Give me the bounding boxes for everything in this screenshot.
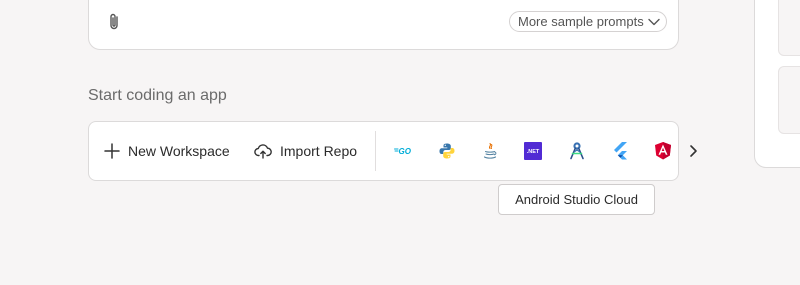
angular-icon: [655, 142, 671, 160]
start-coding-heading: Start coding an app: [88, 87, 227, 104]
side-panel-item[interactable]: [778, 66, 800, 134]
android-studio-icon: [570, 142, 584, 160]
paperclip-icon: [110, 13, 118, 30]
svg-text:GO: GO: [399, 147, 412, 156]
cloud-upload-icon: [254, 144, 272, 159]
template-go[interactable]: GO: [394, 141, 414, 161]
plus-icon: [104, 143, 120, 159]
go-icon: GO: [394, 147, 412, 156]
more-sample-prompts-label: More sample prompts: [518, 14, 644, 29]
templates-next-button[interactable]: [683, 141, 703, 161]
app-stage: More sample prompts Start coding an app …: [0, 0, 800, 285]
flutter-icon: [614, 142, 627, 160]
import-repo-label: Import Repo: [280, 143, 358, 159]
chevron-right-icon: [690, 145, 697, 157]
template-flutter[interactable]: [610, 141, 630, 161]
side-panel-item[interactable]: [778, 0, 800, 56]
template-dotnet[interactable]: .NET: [523, 141, 543, 161]
java-icon: [483, 143, 497, 159]
attach-button[interactable]: [104, 11, 124, 33]
python-icon: [439, 143, 455, 159]
chevron-down-icon: [648, 18, 660, 25]
template-java[interactable]: [480, 141, 500, 161]
more-sample-prompts-button[interactable]: More sample prompts: [509, 11, 667, 32]
template-android-studio[interactable]: [567, 141, 587, 161]
template-python[interactable]: [437, 141, 457, 161]
template-tooltip: Android Studio Cloud: [498, 184, 655, 215]
template-angular[interactable]: [653, 141, 673, 161]
new-workspace-button[interactable]: New Workspace: [104, 141, 230, 161]
toolbar-divider: [375, 131, 376, 171]
svg-text:.NET: .NET: [527, 149, 540, 155]
dotnet-icon: .NET: [524, 142, 542, 160]
new-workspace-label: New Workspace: [128, 143, 230, 159]
import-repo-button[interactable]: Import Repo: [254, 141, 357, 161]
